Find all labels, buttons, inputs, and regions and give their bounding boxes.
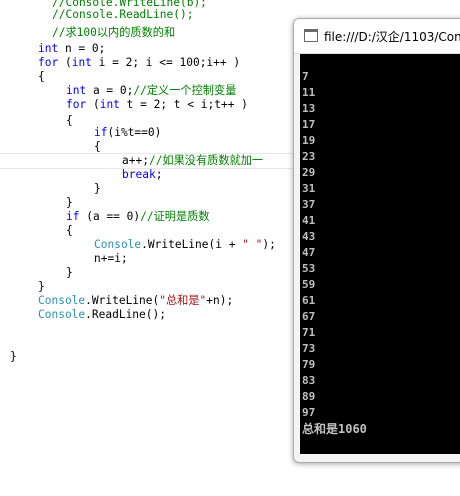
code-token: //求100以内的质数的和 [52, 26, 176, 39]
code-token: a = 0; [86, 84, 134, 97]
code-token: Console [38, 294, 86, 307]
code-token: { [66, 224, 73, 237]
code-token: ( [86, 98, 100, 111]
code-token: if [94, 126, 108, 139]
console-title: file:///D:/汉企/1103/Con [324, 30, 460, 44]
code-token: for [38, 56, 59, 69]
code-token: //Console.ReadLine(); [52, 8, 194, 21]
code-token: //定义一个控制变量 [133, 84, 237, 97]
code-token: { [94, 140, 101, 153]
code-token: i = 2; i <= 100;i++ ) [91, 56, 241, 69]
code-token: t = 2; t < i;t++ ) [119, 98, 248, 111]
code-token: { [38, 70, 45, 83]
code-token: int [66, 84, 87, 97]
code-token: int [99, 98, 120, 111]
code-token: .ReadLine(); [85, 308, 166, 321]
code-token: } [94, 182, 101, 195]
code-token: } [10, 350, 17, 363]
code-token: n = 0; [58, 42, 106, 55]
code-token: ( [58, 56, 72, 69]
code-token: } [66, 266, 73, 279]
console-window[interactable]: file:///D:/汉企/1103/Con 7 11 13 17 19 23 29 31 37… [293, 18, 460, 463]
console-output: 7 11 13 17 19 23 29 31 37 41 43 47 53 59 61 67 71 73 79 83 8… [300, 54, 460, 454]
code-token: (a == 0) [79, 210, 141, 223]
code-token: +n); [206, 294, 234, 307]
code-token: "总和是" [159, 294, 207, 307]
code-token: (i%t==0) [107, 126, 162, 139]
code-token: } [38, 280, 45, 293]
console-sum-line: 总和是1060 [302, 422, 367, 436]
code-token: .WriteLine( [85, 294, 160, 307]
console-window-icon [304, 29, 318, 42]
code-token: //如果没有质数就加一 [148, 154, 264, 167]
code-token: .WriteLine(i + [141, 238, 243, 251]
code-token: ; [155, 168, 163, 181]
code-token: } [66, 196, 73, 209]
code-token: n+=i; [94, 252, 128, 265]
code-token: a++; [122, 154, 149, 167]
console-titlebar[interactable]: file:///D:/汉企/1103/Con [294, 19, 460, 54]
code-token: if [66, 210, 80, 223]
code-token: break [122, 168, 156, 181]
code-token: Console [38, 308, 86, 321]
code-token: Console [94, 238, 142, 251]
code-token: ); [262, 238, 276, 251]
code-token: //证明是质数 [140, 210, 210, 223]
code-token: int [38, 42, 59, 55]
code-token: " " [242, 238, 263, 251]
code-token: int [71, 56, 92, 69]
code-token: for [66, 98, 87, 111]
